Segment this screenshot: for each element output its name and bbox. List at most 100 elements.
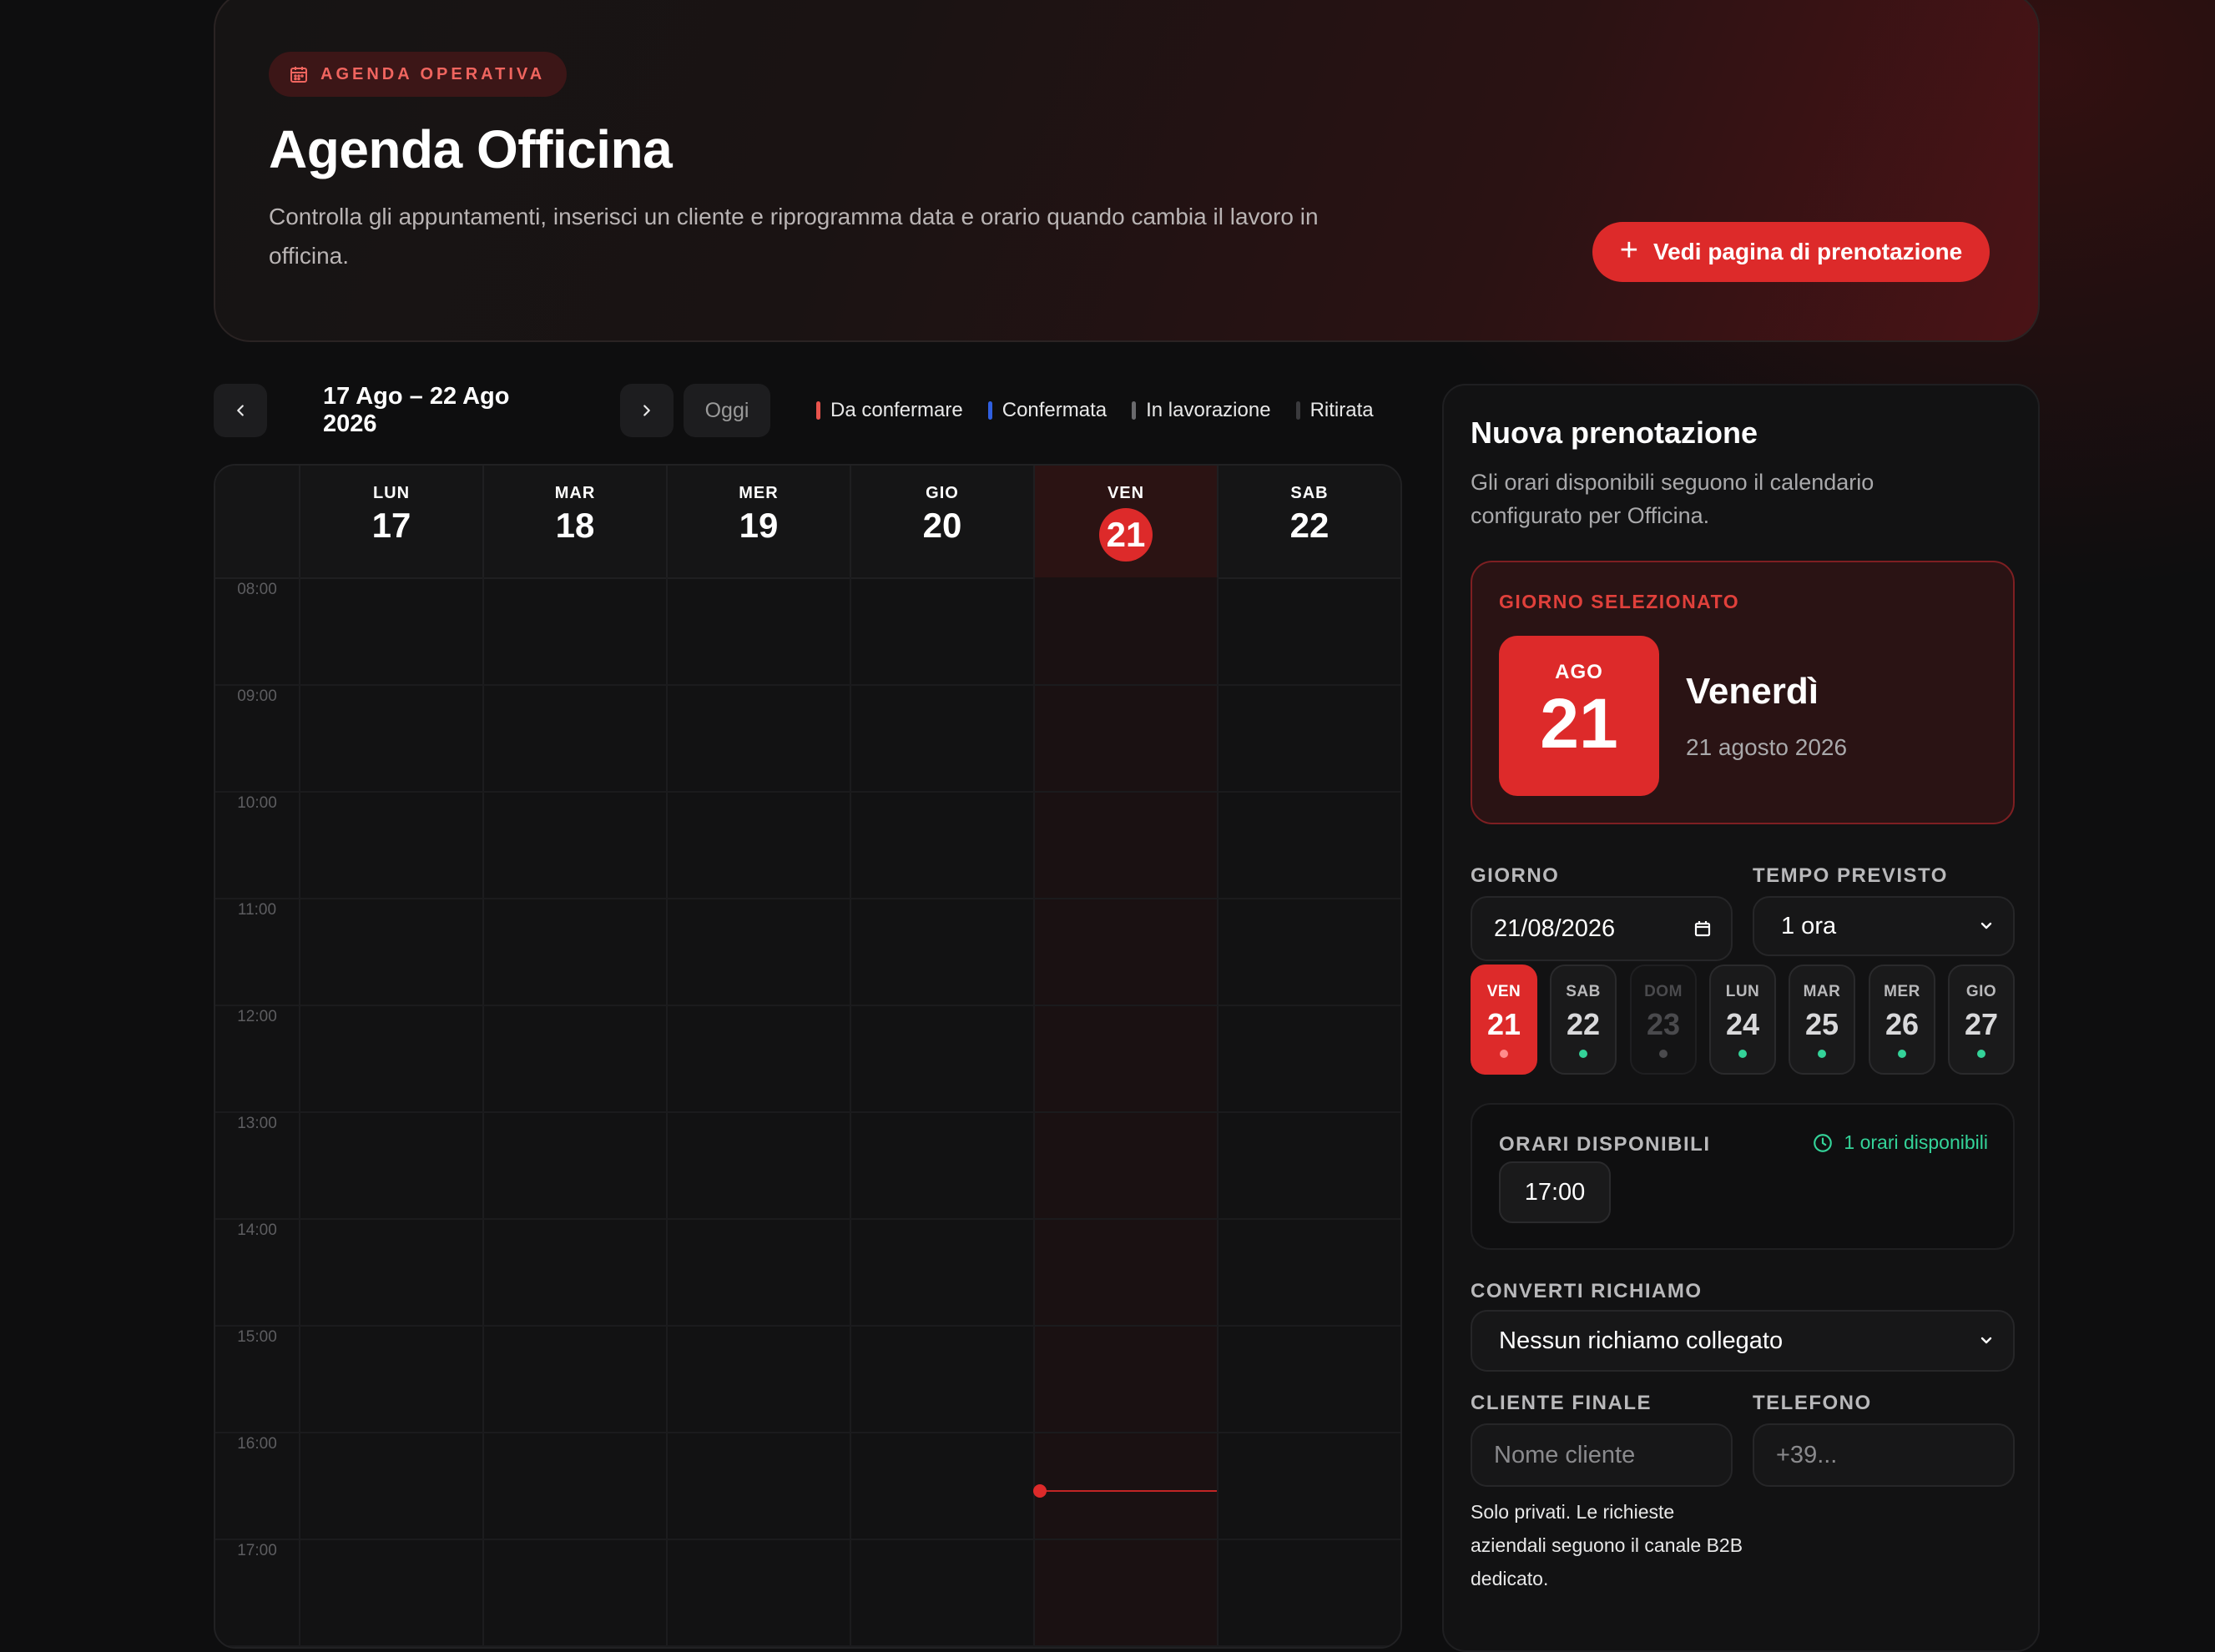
selected-date-tile: AGO 21 <box>1499 636 1659 796</box>
day-chip-number: 25 <box>1804 1007 1839 1041</box>
customer-name-placeholder: Nome cliente <box>1494 1441 1636 1468</box>
hour-label: 11:00 <box>237 901 277 919</box>
legend-label: Ritirata <box>1309 399 1374 421</box>
hour-gridline <box>215 1539 1400 1540</box>
date-input-value: 21/08/2026 <box>1494 914 1616 942</box>
day-chip-mar-25[interactable]: MAR 25 <box>1789 965 1855 1075</box>
day-chip-gio-27[interactable]: GIO 27 <box>1948 965 2015 1075</box>
hour-label: 16:00 <box>237 1435 277 1453</box>
chevron-left-icon <box>237 405 244 416</box>
day-number: 17 <box>371 506 411 545</box>
availability-dot <box>1898 1050 1906 1058</box>
clock-icon <box>1814 1133 1833 1152</box>
day-chip-dow: MER <box>1884 983 1920 1000</box>
current-time-line <box>1040 1490 1217 1493</box>
day-chip-dow: VEN <box>1486 983 1521 1000</box>
page-title: Agenda Officina <box>269 119 673 179</box>
panel-subtitle: Gli orari disponibili seguono il calenda… <box>1471 470 1874 528</box>
day-of-week: SAB <box>1290 484 1329 502</box>
availability-dot <box>1738 1050 1747 1058</box>
hour-gridline <box>215 1432 1400 1433</box>
day-chip-ven-21[interactable]: VEN 21 <box>1471 965 1537 1075</box>
hour-gridline <box>215 791 1400 793</box>
week-calendar: LUN 17 MAR 18 MER 19 GIO 20 VEN 21 SAB 22 08:00 09:0… <box>214 464 1402 1649</box>
day-of-week: GIO <box>926 484 959 502</box>
calendar-icon <box>290 67 307 83</box>
legend-color-marker <box>1132 401 1137 420</box>
day-header-lun[interactable]: LUN 17 <box>299 466 482 577</box>
day-header-mer[interactable]: MER 19 <box>666 466 850 577</box>
availability-dot <box>1500 1050 1508 1058</box>
duration-select[interactable]: 1 ora <box>1753 896 2015 956</box>
hour-gridline <box>215 1005 1400 1006</box>
selected-day-label: GIORNO SELEZIONATO <box>1499 591 1740 612</box>
section-badge-label: AGENDA OPERATIVA <box>320 64 546 83</box>
calendar-header-row: LUN 17 MAR 18 MER 19 GIO 20 VEN 21 SAB 22 <box>215 466 1400 579</box>
booking-page-button[interactable]: + Vedi pagina di prenotazione <box>1592 222 1990 282</box>
day-header-mar[interactable]: MAR 18 <box>482 466 666 577</box>
day-of-week: LUN <box>372 484 411 502</box>
day-chip-lun-24[interactable]: LUN 24 <box>1709 965 1776 1075</box>
calendar-picker-icon[interactable] <box>1693 919 1713 939</box>
day-chip-number: 26 <box>1885 1007 1920 1041</box>
hour-label: 10:00 <box>237 794 277 812</box>
day-chip-dow: GIO <box>1965 983 1997 1000</box>
panel-title: Nuova prenotazione <box>1471 416 1758 450</box>
hour-label: 17:00 <box>237 1542 277 1559</box>
availability-dot <box>1818 1050 1826 1058</box>
giorno-label: GIORNO <box>1471 864 1560 887</box>
phone-placeholder: +39... <box>1776 1441 1838 1468</box>
day-chip-dow: DOM <box>1644 983 1683 1000</box>
day-chip-dow: LUN <box>1725 983 1760 1000</box>
day-number: 18 <box>555 506 595 545</box>
selected-day-card: GIORNO SELEZIONATO AGO 21 Venerdì 21 ago… <box>1471 561 2015 824</box>
day-of-week: MER <box>739 484 779 502</box>
date-input[interactable]: 21/08/2026 <box>1471 896 1733 961</box>
day-header-gio[interactable]: GIO 20 <box>850 466 1033 577</box>
day-chip-number: 24 <box>1725 1007 1760 1041</box>
page-description: Controlla gli appuntamenti, inserisci un… <box>269 204 1319 269</box>
page-header-card: AGENDA OPERATIVA Agenda Officina Control… <box>214 0 2040 342</box>
cliente-finale-label: CLIENTE FINALE <box>1471 1392 1652 1414</box>
hour-gridline <box>215 1325 1400 1327</box>
customer-name-input[interactable]: Nome cliente <box>1471 1423 1733 1487</box>
selected-month: AGO <box>1555 661 1603 683</box>
column-divider <box>1400 577 1402 1647</box>
recall-select[interactable]: Nessun richiamo collegato <box>1471 1310 2015 1372</box>
phone-input[interactable]: +39... <box>1753 1423 2015 1487</box>
legend-label: Confermata <box>1002 399 1108 421</box>
selected-weekday: Venerdì <box>1686 671 1819 712</box>
previous-week-button[interactable] <box>214 384 267 437</box>
time-slot-button[interactable]: 17:00 <box>1499 1161 1611 1223</box>
available-slots-count: 1 orari disponibili <box>1812 1131 1988 1154</box>
legend-item: Ritirata <box>1295 399 1374 422</box>
legend-item: Da confermare <box>816 399 963 422</box>
selected-day-number: 21 <box>1540 684 1618 763</box>
legend-item: In lavorazione <box>1132 399 1271 422</box>
booking-page-button-label: Vedi pagina di prenotazione <box>1652 239 1963 264</box>
plus-icon: + <box>1619 233 1638 268</box>
day-header-sab[interactable]: SAB 22 <box>1217 466 1400 577</box>
day-chip-sab-22[interactable]: SAB 22 <box>1550 965 1617 1075</box>
legend-color-marker <box>1295 401 1300 420</box>
legend-color-marker <box>816 401 820 420</box>
availability-dot <box>1579 1050 1587 1058</box>
telefono-label: TELEFONO <box>1753 1392 1872 1414</box>
available-slots-label: ORARI DISPONIBILI <box>1499 1133 1711 1156</box>
date-range-label: 17 Ago – 22 Ago 2026 <box>323 383 510 437</box>
availability-dot <box>1977 1050 1985 1058</box>
day-chip-mer-26[interactable]: MER 26 <box>1869 965 1935 1075</box>
next-week-button[interactable] <box>620 384 674 437</box>
available-slots-count-text: 1 orari disponibili <box>1844 1131 1988 1153</box>
day-number: 21 <box>1099 508 1153 562</box>
hour-label: 12:00 <box>237 1008 277 1025</box>
chevron-right-icon <box>643 405 650 416</box>
new-booking-panel: Nuova prenotazione Gli orari disponibili… <box>1442 384 2040 1652</box>
section-badge: AGENDA OPERATIVA <box>269 52 568 97</box>
hour-gridline <box>215 1218 1400 1220</box>
day-header-ven[interactable]: VEN 21 <box>1033 466 1217 577</box>
today-button[interactable]: Oggi <box>684 384 770 437</box>
status-legend: Da confermare Confermata In lavorazione Rit… <box>816 384 1374 437</box>
legend-item: Confermata <box>987 399 1108 422</box>
legend-label: Da confermare <box>830 399 963 421</box>
